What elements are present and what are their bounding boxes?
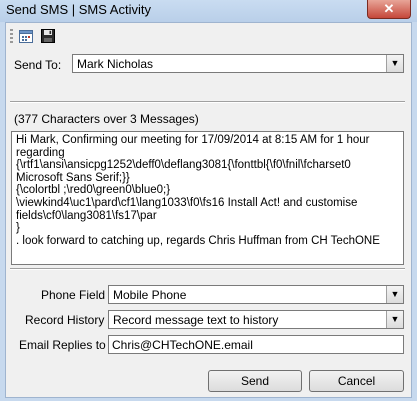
- send-to-dropdown[interactable]: Mark Nicholas ▼: [72, 54, 404, 73]
- toolbar-grip: [10, 29, 13, 43]
- dialog-body: Send To: Mark Nicholas ▼ (377 Characters…: [5, 22, 412, 398]
- record-history-label: Record History: [25, 313, 105, 327]
- save-icon[interactable]: [40, 28, 56, 44]
- separator: [10, 101, 405, 103]
- email-replies-value: Chris@CHTechONE.email: [112, 338, 253, 352]
- send-button[interactable]: Send: [208, 370, 302, 392]
- close-icon: ✕: [383, 1, 395, 16]
- cancel-button[interactable]: Cancel: [309, 370, 404, 392]
- send-to-label: Send To:: [14, 58, 62, 72]
- separator: [10, 268, 405, 270]
- send-to-value: Mark Nicholas: [77, 57, 154, 71]
- chevron-down-icon: ▼: [386, 311, 403, 328]
- message-textarea[interactable]: Hi Mark, Confirming our meeting for 17/0…: [11, 131, 404, 265]
- calendar-icon[interactable]: [18, 28, 34, 44]
- record-history-dropdown[interactable]: Record message text to history ▼: [108, 310, 404, 329]
- chevron-down-icon: ▼: [386, 286, 403, 303]
- phone-field-label: Phone Field: [41, 288, 106, 302]
- title-bar: Send SMS | SMS Activity ✕: [0, 0, 417, 22]
- email-replies-field[interactable]: Chris@CHTechONE.email: [108, 335, 404, 354]
- record-history-value: Record message text to history: [113, 313, 279, 327]
- email-replies-label: Email Replies to: [19, 338, 106, 352]
- message-summary: (377 Characters over 3 Messages): [14, 112, 199, 126]
- window-title: Send SMS | SMS Activity: [6, 2, 151, 17]
- chevron-down-icon: ▼: [386, 55, 403, 72]
- phone-field-dropdown[interactable]: Mobile Phone ▼: [108, 285, 404, 304]
- phone-field-value: Mobile Phone: [113, 288, 187, 302]
- close-button[interactable]: ✕: [367, 0, 411, 19]
